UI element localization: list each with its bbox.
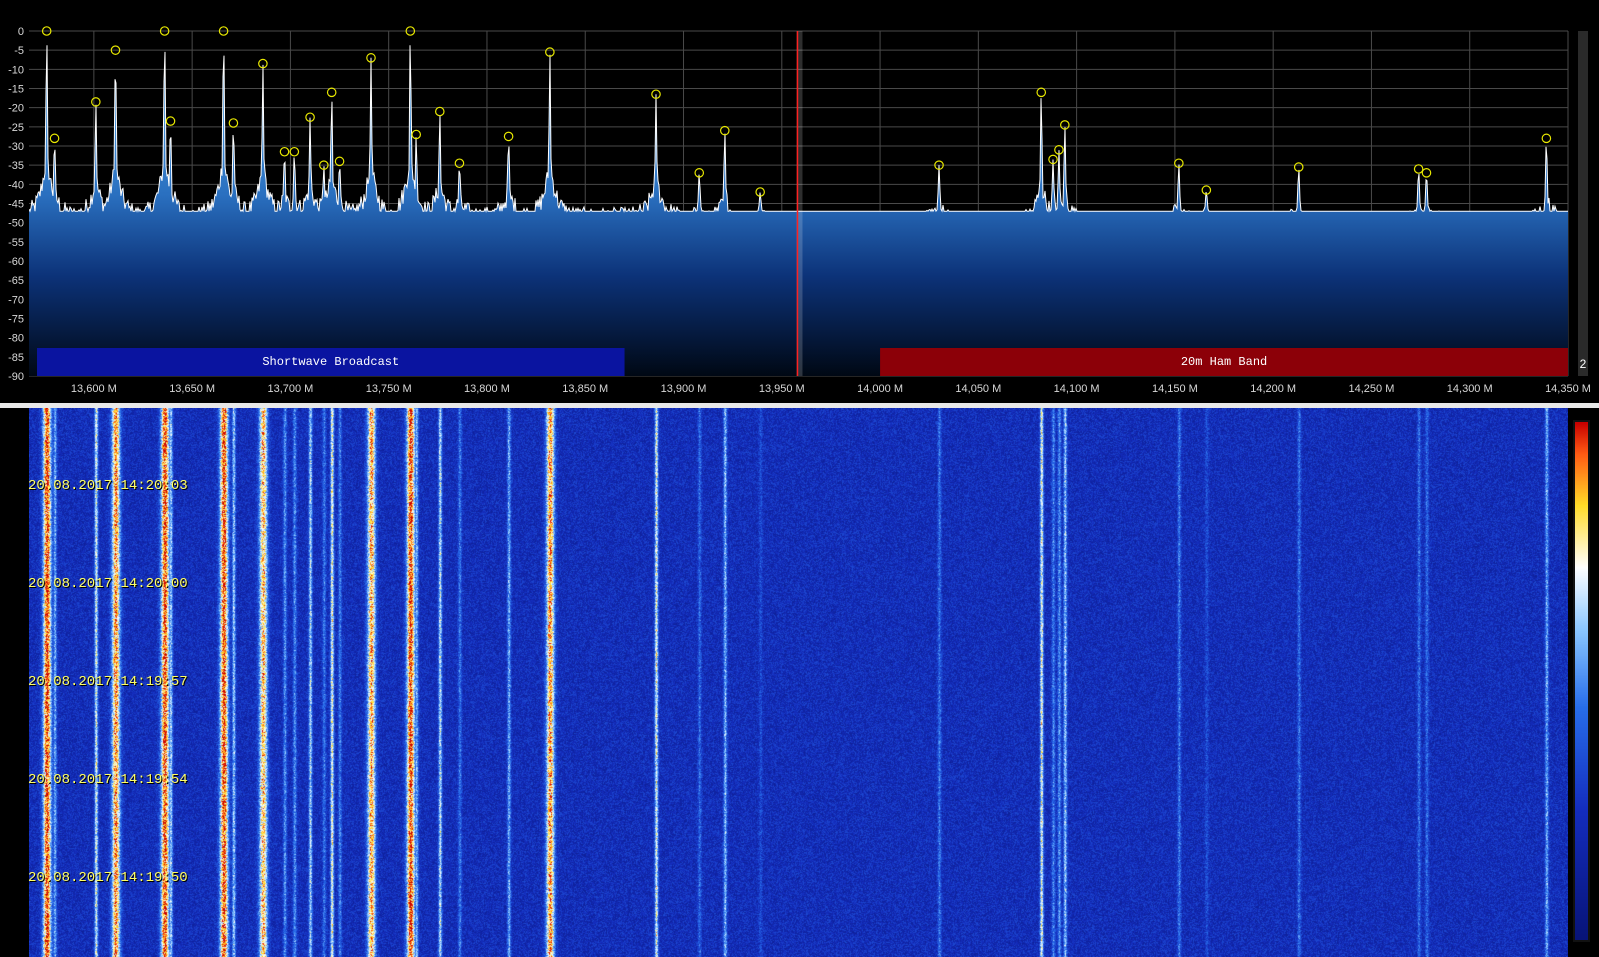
y-axis-labels: 0 -5 -10 -15 -20 -25 -30 -35 -40 -45 -50 -55 -60 -65 -… xyxy=(8,26,24,383)
x-tick-label: 13,700 M xyxy=(267,383,313,395)
y-tick-label: -10 xyxy=(8,64,24,76)
waterfall-display[interactable] xyxy=(29,408,1568,957)
y-tick-label: -15 xyxy=(8,84,24,96)
x-tick-label: 13,900 M xyxy=(661,383,707,395)
x-tick-label: 13,950 M xyxy=(759,383,805,395)
y-tick-label: 0 xyxy=(18,26,24,38)
zoom-level-badge: 2 xyxy=(1579,357,1587,371)
x-tick-label: 14,100 M xyxy=(1054,383,1100,395)
x-tick-label: 13,750 M xyxy=(366,383,412,395)
y-tick-label: -85 xyxy=(8,352,24,364)
vertical-scrollbar[interactable] xyxy=(1578,31,1588,376)
waterfall-timestamp: 20.08.2017 14:20:03 xyxy=(28,478,188,494)
waterfall-timestamp: 20.08.2017 14:19:57 xyxy=(28,674,188,690)
y-tick-label: -5 xyxy=(14,45,24,57)
x-tick-label: 14,350 M xyxy=(1545,383,1591,395)
y-tick-label: -20 xyxy=(8,103,24,115)
waterfall-timestamp: 20.08.2017 14:20:00 xyxy=(28,576,188,592)
y-tick-label: -90 xyxy=(8,371,24,383)
spectrum-panel[interactable]: Shortwave Broadcast 20m Ham Band 0 -5 -10 -1… xyxy=(0,0,1599,403)
y-tick-label: -45 xyxy=(8,199,24,211)
band-plan-bar[interactable]: Shortwave Broadcast xyxy=(37,348,625,376)
waterfall-panel[interactable]: 20.08.2017 14:20:03 20.08.2017 14:20:00 … xyxy=(0,408,1599,957)
y-tick-label: -40 xyxy=(8,179,24,191)
x-tick-label: 14,300 M xyxy=(1447,383,1493,395)
x-axis-labels: 13,600 M 13,650 M 13,700 M 13,750 M 13,800 M… xyxy=(71,383,1591,395)
y-tick-label: -25 xyxy=(8,122,24,134)
x-tick-label: 14,250 M xyxy=(1349,383,1395,395)
x-tick-label: 13,800 M xyxy=(464,383,510,395)
y-tick-label: -75 xyxy=(8,314,24,326)
x-tick-label: 13,650 M xyxy=(169,383,215,395)
color-scale-bar[interactable] xyxy=(1575,422,1588,940)
y-tick-label: -60 xyxy=(8,256,24,268)
x-tick-label: 14,050 M xyxy=(955,383,1001,395)
x-tick-label: 13,850 M xyxy=(562,383,608,395)
spectrum-display[interactable]: Shortwave Broadcast 20m Ham Band 0 -5 -10 -1… xyxy=(0,0,1599,403)
x-tick-label: 14,200 M xyxy=(1250,383,1296,395)
y-tick-label: -30 xyxy=(8,141,24,153)
y-tick-label: -35 xyxy=(8,160,24,172)
waterfall-timestamp: 20.08.2017 14:19:50 xyxy=(28,870,188,886)
y-tick-label: -50 xyxy=(8,218,24,230)
band-plan-label: 20m Ham Band xyxy=(1181,355,1267,369)
x-tick-label: 13,600 M xyxy=(71,383,117,395)
x-tick-label: 14,000 M xyxy=(857,383,903,395)
band-plan-label: Shortwave Broadcast xyxy=(262,355,399,369)
y-tick-label: -80 xyxy=(8,333,24,345)
y-tick-label: -65 xyxy=(8,275,24,287)
y-tick-label: -70 xyxy=(8,294,24,306)
x-tick-label: 14,150 M xyxy=(1152,383,1198,395)
band-plan-bar[interactable]: 20m Ham Band xyxy=(880,348,1568,376)
waterfall-timestamp: 20.08.2017 14:19:54 xyxy=(28,772,188,788)
y-tick-label: -55 xyxy=(8,237,24,249)
